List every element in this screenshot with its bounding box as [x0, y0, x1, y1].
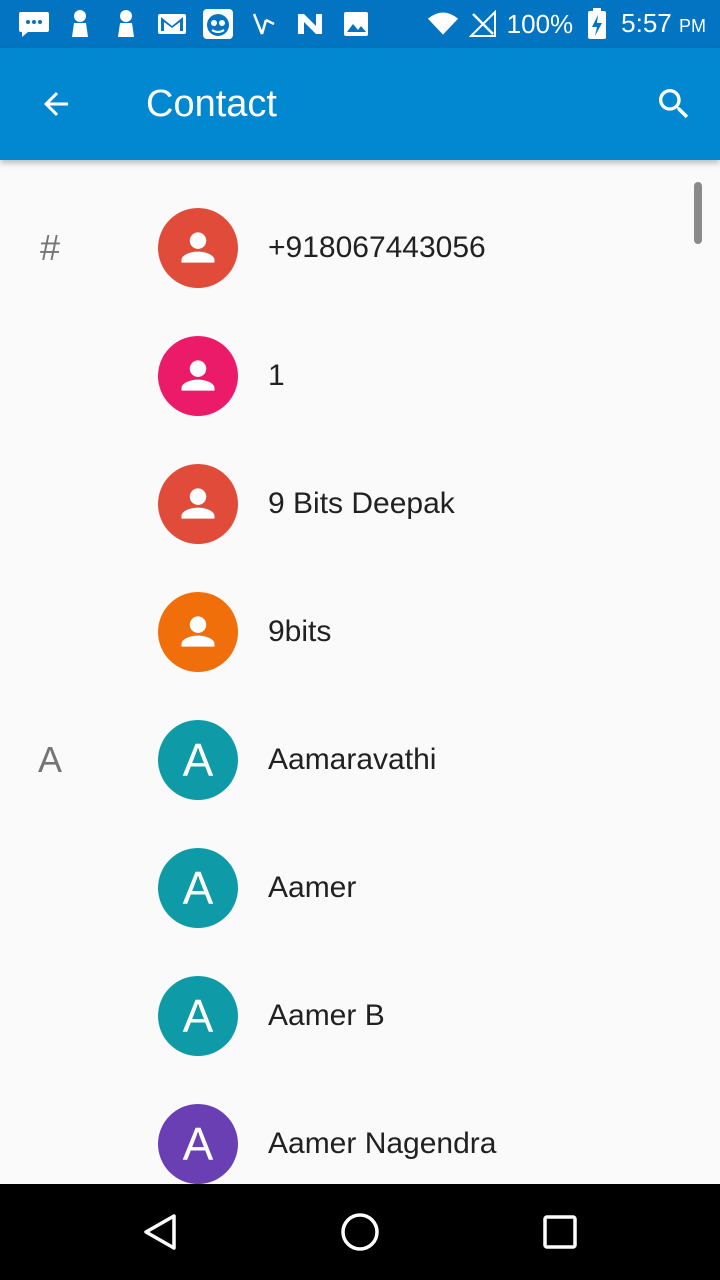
avatar [158, 592, 238, 672]
contact-name: 1 [268, 359, 285, 392]
contact-row[interactable]: 9bits [0, 568, 720, 696]
search-button[interactable] [646, 76, 702, 132]
gmail-icon [156, 8, 188, 40]
contact-row[interactable]: # +918067443056 [0, 184, 720, 312]
search-icon [659, 89, 689, 119]
back-button[interactable] [28, 76, 84, 132]
section-header [30, 440, 70, 568]
section-header: # [39, 227, 61, 268]
contact-row[interactable]: A Aamer [0, 824, 720, 952]
avatar: A [158, 848, 238, 928]
avatar [158, 464, 238, 544]
contact-name: 9 Bits Deepak [268, 487, 455, 520]
clock-time: 5:57 [621, 7, 672, 38]
avatar: A [158, 1104, 238, 1184]
person-icon [181, 232, 215, 263]
contact-name: +918067443056 [268, 231, 486, 264]
android-icon [64, 8, 96, 40]
contact-name: Aamer Nagendra [268, 1127, 497, 1160]
contact-row[interactable]: A Aamer Nagendra [0, 1080, 720, 1184]
nav-recents-button[interactable] [528, 1200, 592, 1264]
contact-row[interactable]: 1 [0, 312, 720, 440]
gallery-icon [340, 8, 372, 40]
contact-row[interactable]: 9 Bits Deepak [0, 440, 720, 568]
page-title: Contact [146, 83, 277, 125]
missed-call-icon [248, 8, 280, 40]
section-header: A [37, 739, 62, 780]
message-icon [18, 8, 50, 40]
home-circle-icon [341, 1213, 379, 1251]
avatar: A [158, 720, 238, 800]
contact-list[interactable]: # +918067443056 1 9 Bits Deepak 9bits A … [0, 160, 720, 1184]
navigation-bar [0, 1184, 720, 1280]
avatar [158, 336, 238, 416]
arrow-back-icon [44, 92, 68, 116]
person-icon [181, 616, 215, 647]
nav-back-button[interactable] [128, 1200, 192, 1264]
section-header [30, 952, 70, 1080]
no-signal-icon [467, 8, 499, 40]
section-header [30, 568, 70, 696]
contact-name: Aamer B [268, 999, 385, 1032]
app-face-icon [202, 8, 234, 40]
section-header [30, 312, 70, 440]
contact-row[interactable]: A Aamer B [0, 952, 720, 1080]
avatar: A [158, 976, 238, 1056]
status-bar: 100% 5:57 PM [0, 0, 720, 48]
android-icon [110, 8, 142, 40]
notification-icons [18, 8, 372, 40]
clock: 5:57 PM [621, 7, 706, 42]
system-status: 100% 5:57 PM [427, 8, 706, 40]
battery-percent: 100% [506, 9, 574, 39]
section-header [30, 824, 70, 952]
clock-ampm: PM [679, 15, 706, 36]
recents-square-icon [543, 1215, 577, 1249]
avatar [158, 208, 238, 288]
battery-charging-icon [581, 8, 613, 40]
wifi-icon [427, 8, 459, 40]
scrollbar-thumb[interactable] [694, 182, 702, 244]
n-app-icon [294, 8, 326, 40]
contact-name: 9bits [268, 615, 332, 648]
person-icon [181, 488, 215, 519]
nav-home-button[interactable] [328, 1200, 392, 1264]
contact-row[interactable]: A A Aamaravathi [0, 696, 720, 824]
person-icon [181, 360, 215, 391]
app-bar: Contact [0, 48, 720, 160]
contact-name: Aamer [268, 871, 357, 904]
back-triangle-icon [144, 1214, 176, 1250]
section-header [30, 1080, 70, 1184]
contact-name: Aamaravathi [268, 743, 437, 776]
